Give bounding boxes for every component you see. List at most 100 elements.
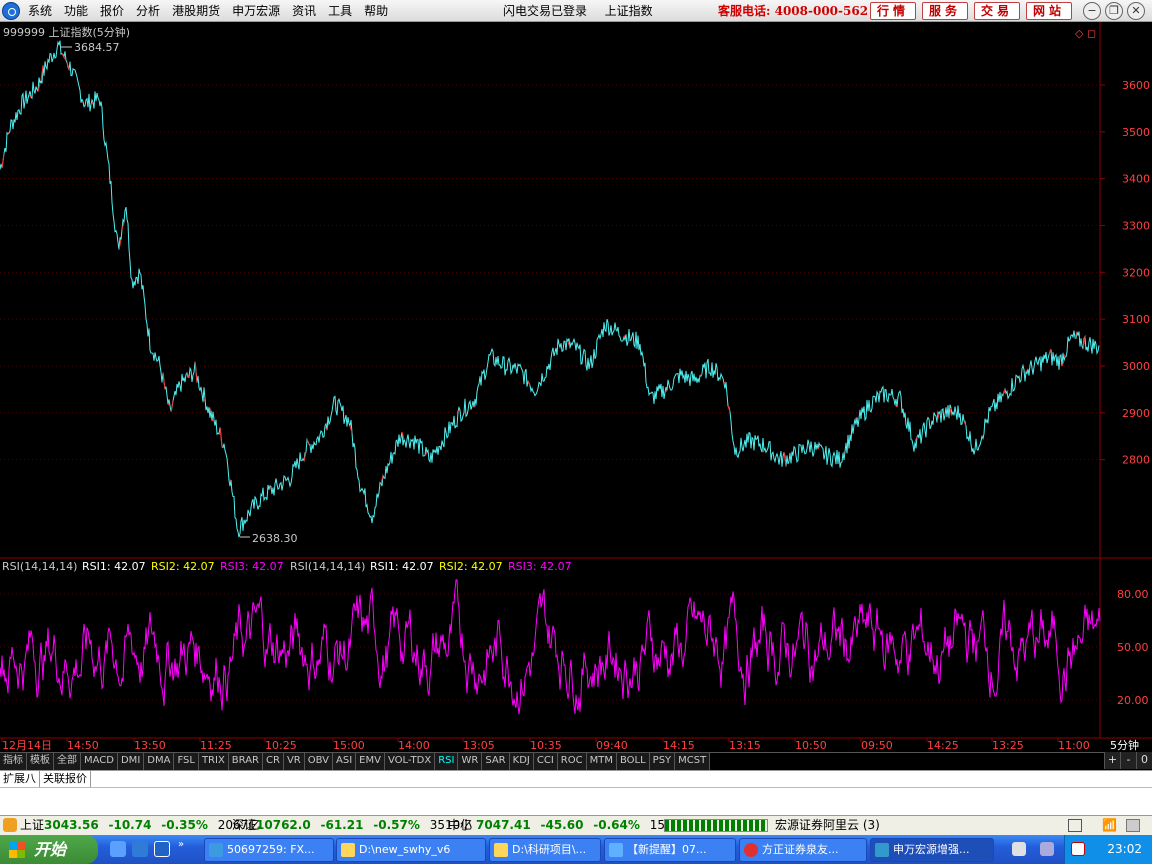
main-menu: 系统 功能 报价 分析 港股期货 申万宏源 资讯 工具 帮助: [22, 0, 394, 22]
menu-system[interactable]: 系统: [22, 0, 58, 22]
rsi2-label: RSI2: 42.07: [151, 560, 215, 573]
price-tick-label: 2800: [1122, 454, 1150, 467]
menu-analysis[interactable]: 分析: [130, 0, 166, 22]
tab-controls: + - 0: [1104, 752, 1152, 770]
close-icon[interactable]: ✕: [1127, 2, 1145, 20]
time-tick-label: 13:05: [463, 739, 495, 752]
tab-indicator-20[interactable]: ROC: [557, 753, 587, 770]
menu-swhy[interactable]: 申万宏源: [226, 0, 286, 22]
window-icon[interactable]: [1068, 819, 1082, 832]
hotline-text: 客服电话: 4008-000-562: [718, 4, 869, 18]
clock: 23:02: [1107, 842, 1142, 856]
tab-indicator-6[interactable]: FSL: [174, 753, 199, 770]
menu-hk-futures[interactable]: 港股期货: [166, 0, 226, 22]
tab-indicator-12[interactable]: ASI: [333, 753, 357, 770]
browser-icon[interactable]: [132, 841, 148, 857]
windows-taskbar: 开始 » 50697259: FX... D:\new_swhy_v6 D:\科…: [0, 835, 1152, 864]
tab-indicator-19[interactable]: CCI: [533, 753, 558, 770]
tab-indicator-13[interactable]: EMV: [356, 753, 385, 770]
minimize-icon[interactable]: −: [1083, 2, 1101, 20]
tab-indicator-9[interactable]: CR: [263, 753, 284, 770]
website-button[interactable]: 网站: [1026, 2, 1072, 20]
menu-tools[interactable]: 工具: [322, 0, 358, 22]
start-button[interactable]: 开始: [0, 835, 98, 864]
task-swhy[interactable]: 申万宏源增强...: [870, 838, 994, 862]
edge-icon[interactable]: [154, 841, 170, 857]
market-button[interactable]: 行情: [870, 2, 916, 20]
zoom-out-button[interactable]: -: [1120, 752, 1136, 769]
alert-icon[interactable]: [3, 818, 17, 832]
tab-indicator-23[interactable]: PSY: [649, 753, 676, 770]
tab-extension-8[interactable]: 扩展八: [0, 771, 40, 787]
tab-indicator-24[interactable]: MCST: [675, 753, 711, 770]
tab-indicator-17[interactable]: SAR: [482, 753, 510, 770]
task-folder-swhy[interactable]: D:\new_swhy_v6: [336, 838, 486, 862]
chart-mode-icon[interactable]: ◇: [1075, 27, 1084, 40]
rsi-tick-label: 50.00: [1117, 641, 1149, 654]
tab-indicator-14[interactable]: VOL-TDX: [384, 753, 436, 770]
tab-indicator-4[interactable]: DMI: [117, 753, 145, 770]
tab-indicator-11[interactable]: OBV: [304, 753, 333, 770]
kline-chart[interactable]: 999999 上证指数(5分钟) ◇ ◻ 3600 3500 3400 3300 320…: [0, 22, 1152, 752]
zoom-in-button[interactable]: +: [1104, 752, 1120, 769]
task-reminder[interactable]: 【新提醒】07...: [604, 838, 736, 862]
lock-icon[interactable]: [1126, 819, 1140, 832]
menu-help[interactable]: 帮助: [358, 0, 394, 22]
menu-quote[interactable]: 报价: [94, 0, 130, 22]
time-tick-label: 14:00: [398, 739, 430, 752]
rsi1-label: RSI1: 42.07: [82, 560, 146, 573]
time-tick-label: 14:15: [663, 739, 695, 752]
ie-icon[interactable]: [110, 841, 126, 857]
service-button[interactable]: 服务: [922, 2, 968, 20]
price-tick-label: 3600: [1122, 79, 1150, 92]
time-tick-label: 15:00: [333, 739, 365, 752]
period-label[interactable]: 5分钟: [1110, 738, 1139, 752]
tab-indicator-15[interactable]: RSI: [435, 753, 459, 770]
rsi-params-label-2: RSI(14,14,14): [290, 560, 365, 573]
tab-indicator-7[interactable]: TRIX: [198, 753, 229, 770]
tab-indicator-3[interactable]: MACD: [81, 753, 118, 770]
windows-flag-icon: [9, 842, 25, 858]
tab-indicator-1[interactable]: 模板: [27, 753, 54, 770]
trade-button[interactable]: 交易: [974, 2, 1020, 20]
price-tick-label: 2900: [1122, 407, 1150, 420]
time-tick-label: 13:15: [729, 739, 761, 752]
tray-user-icon[interactable]: [1040, 842, 1054, 856]
tab-indicator-22[interactable]: BOLL: [616, 753, 650, 770]
chart-area[interactable]: 999999 上证指数(5分钟) ◇ ◻ 3600 3500 3400 3300 320…: [0, 22, 1152, 752]
chart-window-icon[interactable]: ◻: [1087, 27, 1096, 40]
tab-related-quotes[interactable]: 关联报价: [40, 771, 91, 787]
expand-icon[interactable]: »: [178, 839, 188, 850]
tab-indicator-8[interactable]: BRAR: [228, 753, 263, 770]
time-tick-label: 12月14日: [2, 739, 52, 752]
tab-indicator-2[interactable]: 全部: [54, 753, 81, 770]
quote-sme[interactable]: 中小7047.41 -45.60 -0.64% 1588亿: [448, 816, 692, 834]
menu-news[interactable]: 资讯: [286, 0, 322, 22]
tab-indicator-5[interactable]: DMA: [144, 753, 175, 770]
tab-indicator-0[interactable]: 指标: [0, 753, 27, 770]
time-tick-label: 09:50: [861, 739, 893, 752]
tab-indicator-10[interactable]: VR: [283, 753, 305, 770]
app-logo-icon[interactable]: [2, 2, 20, 20]
price-tick-label: 3200: [1122, 266, 1150, 279]
tab-indicator-18[interactable]: KDJ: [509, 753, 534, 770]
sub-tabs: 扩展八 关联报价: [0, 770, 1152, 787]
quote-shenzhen[interactable]: 深证10762.0 -61.21 -0.57% 3510亿: [232, 816, 472, 834]
quote-shanghai[interactable]: 上证3043.56 -10.74 -0.35% 2067亿: [20, 816, 260, 834]
task-fx[interactable]: 50697259: FX...: [204, 838, 334, 862]
tab-indicator-16[interactable]: WR: [458, 753, 483, 770]
time-tick-label: 10:25: [265, 739, 297, 752]
chart-title: 999999 上证指数(5分钟): [3, 25, 130, 39]
task-founder[interactable]: 方正证券泉友...: [739, 838, 867, 862]
menu-function[interactable]: 功能: [58, 0, 94, 22]
tray-app-icon[interactable]: [1012, 842, 1026, 856]
broker-server[interactable]: 宏源证券阿里云 (3): [775, 816, 880, 834]
task-folder-research[interactable]: D:\科研项目\...: [489, 838, 601, 862]
indicator-tabs: 指标 模板 全部 MACD DMI DMA FSL TRIX BRAR CR VR OBV ASI EMV…: [0, 752, 1152, 770]
reset-button[interactable]: 0: [1136, 752, 1152, 769]
restore-icon[interactable]: ❐: [1105, 2, 1123, 20]
tray-medical-icon[interactable]: [1071, 842, 1085, 856]
time-tick-label: 13:25: [992, 739, 1024, 752]
time-tick-label: 10:50: [795, 739, 827, 752]
tab-indicator-21[interactable]: MTM: [586, 753, 617, 770]
